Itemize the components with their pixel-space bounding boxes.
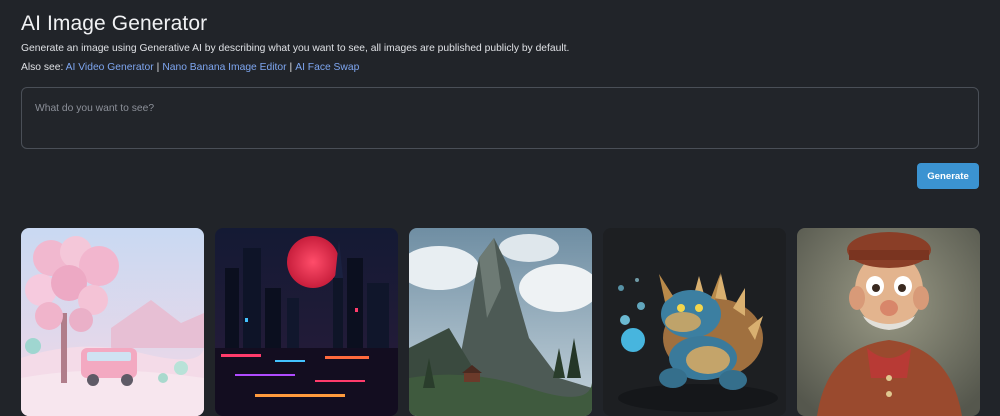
- link-nano-banana-image-editor[interactable]: Nano Banana Image Editor: [162, 62, 286, 73]
- link-ai-video-generator[interactable]: AI Video Generator: [66, 62, 154, 73]
- gallery-image-pastel-trees-van[interactable]: [21, 228, 204, 416]
- page-description: Generate an image using Generative AI by…: [21, 43, 570, 54]
- image-gallery: [21, 228, 980, 416]
- page-title: AI Image Generator: [21, 12, 208, 35]
- gallery-image-mountain-peak-cabin[interactable]: [409, 228, 592, 416]
- page: AI Image Generator Generate an image usi…: [0, 0, 1000, 416]
- gallery-image-old-man-character[interactable]: [797, 228, 980, 416]
- gallery-image-turtle-monster[interactable]: [603, 228, 786, 416]
- link-separator: |: [289, 62, 293, 73]
- generate-button[interactable]: Generate: [917, 163, 979, 189]
- prompt-input[interactable]: [21, 87, 979, 149]
- link-ai-face-swap[interactable]: AI Face Swap: [295, 62, 359, 73]
- also-see-label: Also see:: [21, 62, 64, 73]
- gallery-image-neon-city-red-moon[interactable]: [215, 228, 398, 416]
- also-see-row: Also see: AI Video Generator | Nano Banana…: [21, 62, 359, 73]
- link-separator: |: [156, 62, 160, 73]
